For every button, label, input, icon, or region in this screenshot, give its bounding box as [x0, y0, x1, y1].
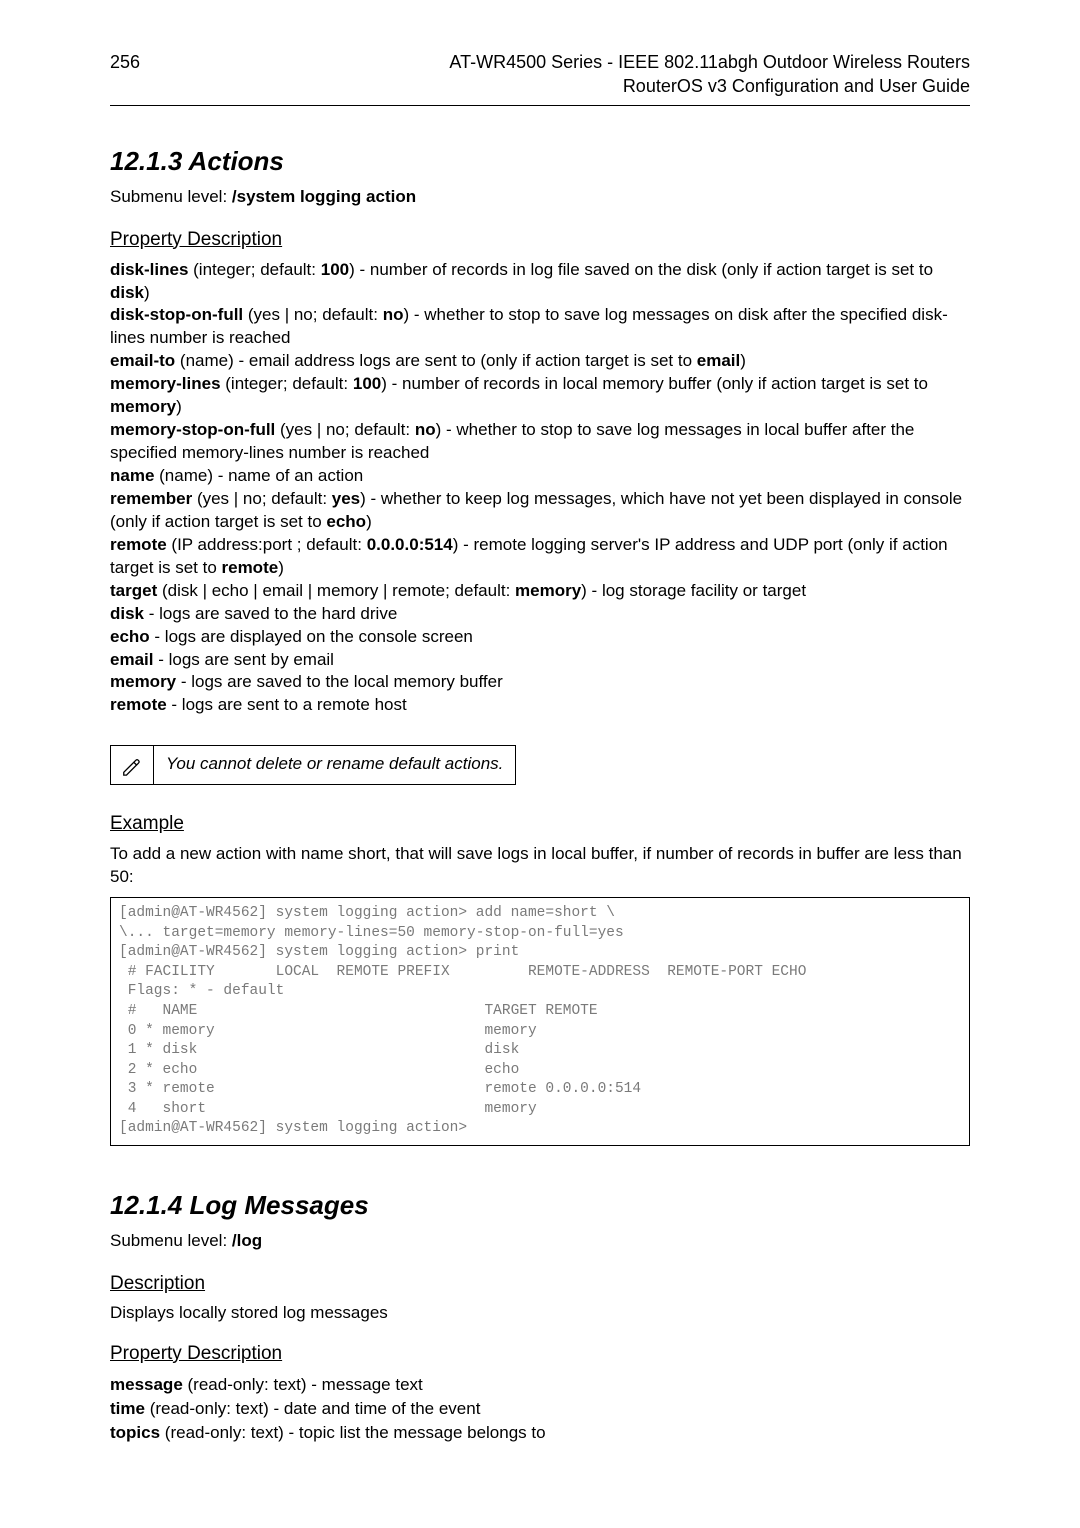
t: ): [740, 351, 746, 370]
t: (name) - name of an action: [154, 466, 363, 485]
prop-target-remote-val: remote: [110, 695, 167, 714]
prop-topics: topics: [110, 1423, 160, 1442]
page-number: 256: [110, 50, 140, 73]
t: ) - log storage facility or target: [581, 581, 806, 600]
t: ): [144, 283, 150, 302]
prop-remember: remember: [110, 489, 192, 508]
prop-email-to: email-to: [110, 351, 175, 370]
header-title-line2: RouterOS v3 Configuration and User Guide: [449, 74, 970, 98]
prop-message: message: [110, 1375, 183, 1394]
t: 100: [353, 374, 381, 393]
pencil-icon: [111, 746, 154, 784]
t: (IP address:port ; default:: [167, 535, 367, 554]
submenu-actions: Submenu level: /system logging action: [110, 187, 970, 207]
prop-name: name: [110, 466, 154, 485]
submenu-prefix: Submenu level:: [110, 187, 232, 206]
header-title-line1: AT-WR4500 Series - IEEE 802.11abgh Outdo…: [449, 50, 970, 74]
submenu-value-log: /log: [232, 1231, 262, 1250]
t: no: [383, 305, 404, 324]
prop-target-disk: disk: [110, 604, 144, 623]
t: (integer; default:: [221, 374, 353, 393]
t: - logs are sent to a remote host: [167, 695, 407, 714]
t: (read-only: text) - date and time of the…: [145, 1399, 480, 1418]
page-header: 256 AT-WR4500 Series - IEEE 802.11abgh O…: [110, 50, 970, 106]
t: memory: [110, 397, 176, 416]
info-note-box: You cannot delete or rename default acti…: [110, 745, 516, 785]
t: disk: [110, 283, 144, 302]
submenu-log: Submenu level: /log: [110, 1231, 970, 1251]
t: (name) - email address logs are sent to …: [175, 351, 697, 370]
t: - logs are saved to the local memory buf…: [176, 672, 503, 691]
prop-disk-stop-on-full: disk-stop-on-full: [110, 305, 243, 324]
t: no: [415, 420, 436, 439]
t: (read-only: text) - message text: [183, 1375, 423, 1394]
pencil-icon-svg: [121, 754, 143, 776]
t: (read-only: text) - topic list the messa…: [160, 1423, 546, 1442]
t: (yes | no; default:: [275, 420, 415, 439]
t: 0.0.0.0:514: [367, 535, 453, 554]
t: (disk | echo | email | memory | remote; …: [157, 581, 515, 600]
t: email: [697, 351, 740, 370]
prop-target: target: [110, 581, 157, 600]
t: ): [176, 397, 182, 416]
header-title-block: AT-WR4500 Series - IEEE 802.11abgh Outdo…: [449, 50, 970, 99]
t: - logs are sent by email: [153, 650, 333, 669]
section-heading-log-messages: 12.1.4 Log Messages: [110, 1190, 970, 1221]
submenu-prefix-log: Submenu level:: [110, 1231, 232, 1250]
t: ) - number of records in local memory bu…: [381, 374, 928, 393]
property-description-heading-log: Property Description: [110, 1343, 970, 1365]
t: (integer; default:: [188, 260, 320, 279]
prop-target-email: email: [110, 650, 153, 669]
t: ) - number of records in log file saved …: [349, 260, 933, 279]
t: (yes | no; default:: [192, 489, 332, 508]
example-heading: Example: [110, 813, 970, 835]
submenu-value: /system logging action: [232, 187, 416, 206]
code-block-actions: [admin@AT-WR4562] system logging action>…: [110, 897, 970, 1146]
prop-disk-lines: disk-lines: [110, 260, 188, 279]
prop-time: time: [110, 1399, 145, 1418]
t: (yes | no; default:: [243, 305, 383, 324]
t: - logs are displayed on the console scre…: [150, 627, 473, 646]
t: memory: [515, 581, 581, 600]
property-description-heading: Property Description: [110, 229, 970, 251]
info-note-text: You cannot delete or rename default acti…: [154, 746, 515, 784]
t: ): [278, 558, 284, 577]
prop-target-memory: memory: [110, 672, 176, 691]
property-list-actions: disk-lines (integer; default: 100) - num…: [110, 259, 970, 718]
description-text: Displays locally stored log messages: [110, 1303, 970, 1323]
prop-memory-lines: memory-lines: [110, 374, 221, 393]
section-heading-actions: 12.1.3 Actions: [110, 146, 970, 177]
t: echo: [326, 512, 366, 531]
prop-remote: remote: [110, 535, 167, 554]
property-list-log: message (read-only: text) - message text…: [110, 1373, 970, 1444]
page-container: 256 AT-WR4500 Series - IEEE 802.11abgh O…: [0, 0, 1080, 1494]
example-description: To add a new action with name short, tha…: [110, 843, 970, 889]
prop-memory-stop-on-full: memory-stop-on-full: [110, 420, 275, 439]
t: - logs are saved to the hard drive: [144, 604, 397, 623]
t: yes: [332, 489, 360, 508]
prop-target-echo: echo: [110, 627, 150, 646]
description-heading: Description: [110, 1273, 970, 1295]
t: 100: [321, 260, 349, 279]
t: ): [366, 512, 372, 531]
t: remote: [222, 558, 279, 577]
